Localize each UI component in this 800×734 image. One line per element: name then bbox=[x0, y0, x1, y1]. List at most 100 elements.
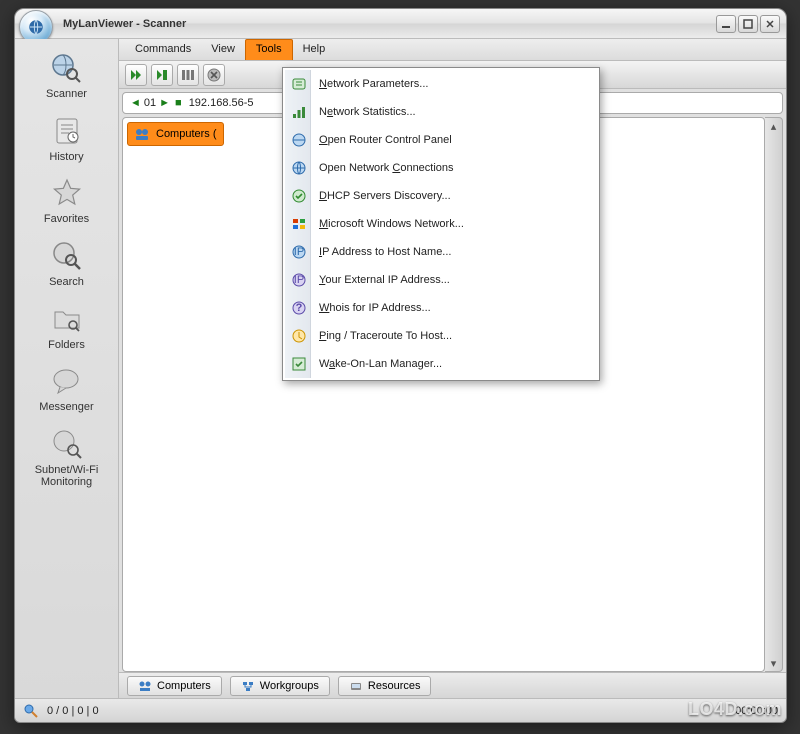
sidebar-item-label: Search bbox=[49, 276, 84, 289]
toolbar-scan-start[interactable] bbox=[125, 64, 147, 86]
tools-menu-item-wol[interactable]: Wake-On-Lan Manager... bbox=[285, 350, 597, 378]
maximize-button[interactable] bbox=[738, 15, 758, 33]
tools-menu-item-label: Network Statistics... bbox=[319, 106, 416, 118]
tools-dropdown: Network Parameters... Network Statistics.… bbox=[282, 67, 600, 381]
menu-bar: Commands View Tools Help bbox=[119, 39, 786, 61]
tools-menu-item-param[interactable]: Network Parameters... bbox=[285, 70, 597, 98]
sidebar-item-history[interactable]: History bbox=[47, 110, 87, 167]
tools-menu-item-whois[interactable]: ? Whois for IP Address... bbox=[285, 294, 597, 322]
tools-menu-item-label: IP Address to Host Name... bbox=[319, 246, 451, 258]
sidebar-item-folders[interactable]: Folders bbox=[46, 298, 87, 355]
btab-resources[interactable]: Resources bbox=[338, 676, 432, 696]
dhcp-icon bbox=[290, 187, 308, 205]
tools-menu-item-router[interactable]: Open Router Control Panel bbox=[285, 126, 597, 154]
btab-label: Workgroups bbox=[260, 680, 319, 692]
tools-menu-item-label: Network Parameters... bbox=[319, 78, 428, 90]
tools-menu-item-label: Your External IP Address... bbox=[319, 274, 450, 286]
toolbar-stop[interactable] bbox=[203, 64, 225, 86]
workgroups-icon bbox=[241, 679, 255, 693]
history-icon bbox=[49, 113, 85, 149]
addr-marker-square: ■ bbox=[175, 97, 182, 109]
sidebar-item-favorites[interactable]: Favorites bbox=[42, 172, 91, 229]
scrollbar-down-icon[interactable]: ▾ bbox=[765, 655, 782, 671]
scrollbar-up-icon[interactable]: ▴ bbox=[765, 118, 782, 134]
sidebar-item-scanner[interactable]: Scanner bbox=[44, 47, 89, 104]
watermark: LO4D.com bbox=[688, 699, 782, 720]
sidebar: Scanner History Favorites Search Folders… bbox=[15, 39, 119, 698]
tree-root-computers[interactable]: Computers ( bbox=[127, 122, 224, 146]
addr-segment: 01 bbox=[144, 97, 156, 109]
toolbar-columns[interactable] bbox=[177, 64, 199, 86]
tools-menu-item-label: Microsoft Windows Network... bbox=[319, 218, 464, 230]
tools-menu-item-stats[interactable]: Network Statistics... bbox=[285, 98, 597, 126]
menu-commands[interactable]: Commands bbox=[125, 39, 201, 60]
sidebar-item-label: Subnet/Wi-Fi Monitoring bbox=[21, 464, 112, 489]
tools-menu-item-globe-net[interactable]: Open Network Connections bbox=[285, 154, 597, 182]
status-counts: 0 / 0 | 0 | 0 bbox=[47, 705, 99, 717]
addr-marker-left: ◄ bbox=[130, 97, 141, 109]
tools-menu-item-label: Wake-On-Lan Manager... bbox=[319, 358, 442, 370]
sidebar-item-label: Folders bbox=[48, 339, 85, 352]
router-icon bbox=[290, 131, 308, 149]
tools-menu-item-label: Open Network Connections bbox=[319, 162, 454, 174]
btab-computers[interactable]: Computers bbox=[127, 676, 222, 696]
globe-net-icon bbox=[290, 159, 308, 177]
ip2host-icon: IP bbox=[290, 243, 308, 261]
window-controls bbox=[716, 15, 780, 33]
tools-menu-item-label: Whois for IP Address... bbox=[319, 302, 431, 314]
sidebar-item-search[interactable]: Search bbox=[47, 235, 87, 292]
stats-icon bbox=[290, 103, 308, 121]
title-bar: MyLanViewer - Scanner bbox=[15, 9, 786, 39]
mswin-icon bbox=[290, 215, 308, 233]
bottom-tabs: Computers Workgroups Resources bbox=[119, 672, 786, 698]
close-button[interactable] bbox=[760, 15, 780, 33]
sidebar-item-label: History bbox=[49, 151, 83, 164]
param-icon bbox=[290, 75, 308, 93]
tools-menu-item-label: Open Router Control Panel bbox=[319, 134, 452, 146]
computers-icon bbox=[138, 679, 152, 693]
search-icon bbox=[49, 238, 85, 274]
whois-icon: ? bbox=[290, 299, 308, 317]
app-window: MyLanViewer - Scanner Scanner History Fa… bbox=[14, 8, 787, 723]
star-icon bbox=[49, 175, 85, 211]
sidebar-item-subnet[interactable]: Subnet/Wi-Fi Monitoring bbox=[19, 423, 114, 492]
computers-icon bbox=[134, 126, 150, 142]
btab-label: Computers bbox=[157, 680, 211, 692]
tools-menu-item-extip[interactable]: IP Your External IP Address... bbox=[285, 266, 597, 294]
menu-view[interactable]: View bbox=[201, 39, 245, 60]
globe-search-icon bbox=[48, 50, 84, 86]
sidebar-item-label: Scanner bbox=[46, 88, 87, 101]
menu-tools[interactable]: Tools bbox=[245, 39, 293, 60]
btab-workgroups[interactable]: Workgroups bbox=[230, 676, 330, 696]
tools-menu-item-label: DHCP Servers Discovery... bbox=[319, 190, 451, 202]
folder-icon bbox=[49, 301, 85, 337]
wol-icon bbox=[290, 355, 308, 373]
sidebar-item-label: Messenger bbox=[39, 401, 93, 414]
tools-menu-item-ip2host[interactable]: IP IP Address to Host Name... bbox=[285, 238, 597, 266]
chat-icon bbox=[48, 363, 84, 399]
window-title: MyLanViewer - Scanner bbox=[59, 18, 716, 30]
sidebar-item-label: Favorites bbox=[44, 213, 89, 226]
wifi-monitor-icon bbox=[49, 426, 85, 462]
tools-menu-item-mswin[interactable]: Microsoft Windows Network... bbox=[285, 210, 597, 238]
menu-help[interactable]: Help bbox=[293, 39, 336, 60]
svg-text:IP: IP bbox=[294, 274, 304, 286]
btab-label: Resources bbox=[368, 680, 421, 692]
tools-menu-item-dhcp[interactable]: DHCP Servers Discovery... bbox=[285, 182, 597, 210]
status-bar: 0 / 0 | 0 | 0 00:00:00 bbox=[15, 698, 786, 722]
magnifier-icon bbox=[23, 703, 39, 719]
tools-menu-item-ping[interactable]: Ping / Traceroute To Host... bbox=[285, 322, 597, 350]
tree-root-label: Computers ( bbox=[156, 128, 217, 140]
vertical-scrollbar[interactable]: ▴ ▾ bbox=[765, 117, 783, 672]
resources-icon bbox=[349, 679, 363, 693]
sidebar-item-messenger[interactable]: Messenger bbox=[37, 360, 95, 417]
tools-menu-item-label: Ping / Traceroute To Host... bbox=[319, 330, 452, 342]
svg-text:IP: IP bbox=[294, 246, 304, 258]
scrollbar-track[interactable] bbox=[765, 134, 782, 655]
ping-icon bbox=[290, 327, 308, 345]
svg-text:?: ? bbox=[296, 302, 303, 314]
addr-value: 192.168.56-5 bbox=[189, 97, 254, 109]
minimize-button[interactable] bbox=[716, 15, 736, 33]
toolbar-scan-fast[interactable] bbox=[151, 64, 173, 86]
addr-marker-right: ► bbox=[159, 97, 170, 109]
